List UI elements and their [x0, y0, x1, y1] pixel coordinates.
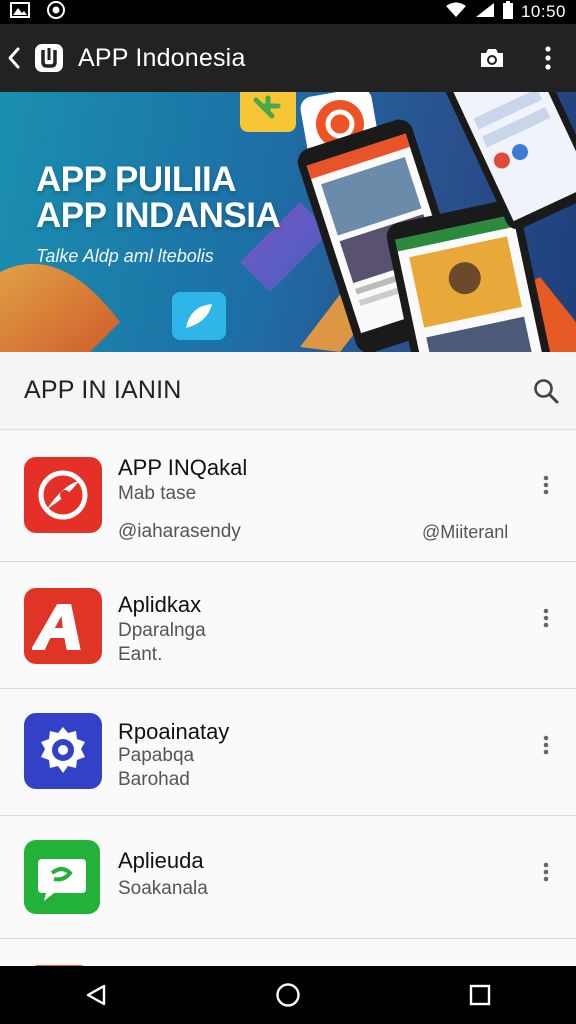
- app-subtitle: Papabqa: [118, 745, 195, 766]
- banner-headline-1: APP PUILIIA: [36, 160, 237, 199]
- app-name: Aplieuda: [118, 848, 204, 873]
- red-disc-icon: [24, 457, 102, 533]
- app-name: Rpoainatay: [118, 719, 230, 744]
- list-item-partial[interactable]: [0, 939, 576, 971]
- banner-headline-2: APP INDANSIA: [36, 196, 281, 235]
- app-subtitle: Soakanala: [118, 878, 208, 899]
- app-developer: Barohad: [118, 769, 190, 790]
- row-menu-button[interactable]: [532, 598, 560, 638]
- nav-recents-button[interactable]: [440, 966, 520, 1024]
- camera-icon: [481, 49, 503, 67]
- app-list: APP INQakal Mab tase @iaharasendy @Miite…: [0, 431, 576, 971]
- signal-icon: [475, 2, 495, 23]
- more-vert-icon: [543, 862, 549, 882]
- more-vert-icon: [543, 608, 549, 628]
- app-name: APP INQakal: [118, 455, 248, 480]
- banner-subtitle: Talke Aldp aml ltebolis: [36, 246, 214, 266]
- app-developer: Eant.: [118, 644, 163, 665]
- app-notification-icon: [46, 0, 66, 25]
- more-vert-icon: [543, 735, 549, 755]
- app-bar: APP Indonesia: [0, 24, 576, 92]
- app-subtitle: Dparalnga: [118, 620, 206, 641]
- chat-bubble-icon: [24, 840, 100, 914]
- app-name: Aplidkax: [118, 592, 202, 617]
- row-menu-button[interactable]: [532, 465, 560, 505]
- overflow-menu-button[interactable]: [520, 24, 576, 92]
- banner-text: APP PUILIIA APP INDANSIA Talke Aldp aml …: [36, 160, 281, 267]
- section-header: APP IN IANIN: [0, 352, 576, 430]
- nav-home-button[interactable]: [248, 966, 328, 1024]
- triangle-back-icon: [86, 984, 106, 1006]
- row-menu-button[interactable]: [532, 852, 560, 892]
- app-subtitle: Mab tase: [118, 483, 197, 504]
- green-app-tile-icon: [240, 92, 296, 132]
- system-nav-bar: [0, 966, 576, 1024]
- wifi-icon: [445, 2, 467, 23]
- chevron-left-icon: [8, 47, 20, 69]
- app-title: APP Indonesia: [78, 43, 246, 72]
- search-button[interactable]: [516, 352, 576, 430]
- more-vert-icon: [545, 46, 551, 70]
- camera-button[interactable]: [464, 24, 520, 92]
- battery-icon: [502, 0, 513, 24]
- app-logo-icon: [34, 43, 64, 73]
- app-publisher: @Miiteranl: [422, 522, 509, 542]
- chat-app-tile-icon: [172, 292, 226, 340]
- list-item[interactable]: Rpoainatay Papabqa Barohad: [0, 689, 576, 816]
- circle-home-icon: [276, 983, 300, 1007]
- status-time: 10:50: [520, 2, 566, 21]
- list-item[interactable]: Aplieuda Soakanala: [0, 816, 576, 939]
- search-icon: [534, 378, 559, 403]
- list-item[interactable]: APP INQakal Mab tase @iaharasendy @Miite…: [0, 431, 576, 562]
- section-title: APP IN IANIN: [24, 376, 182, 404]
- more-vert-icon: [543, 475, 549, 495]
- row-menu-button[interactable]: [532, 725, 560, 765]
- promo-banner[interactable]: APP PUILIIA APP INDANSIA Talke Aldp aml …: [0, 92, 576, 352]
- letter-a-icon: [24, 588, 102, 664]
- square-recents-icon: [469, 984, 491, 1006]
- list-item[interactable]: Aplidkax Dparalnga Eant.: [0, 562, 576, 689]
- status-bar: 10:50: [0, 0, 576, 24]
- back-button[interactable]: [2, 24, 26, 92]
- app-developer: @iaharasendy: [118, 521, 241, 542]
- nav-back-button[interactable]: [56, 966, 136, 1024]
- eye-gear-icon: [24, 713, 102, 789]
- image-notification-icon: [10, 1, 30, 23]
